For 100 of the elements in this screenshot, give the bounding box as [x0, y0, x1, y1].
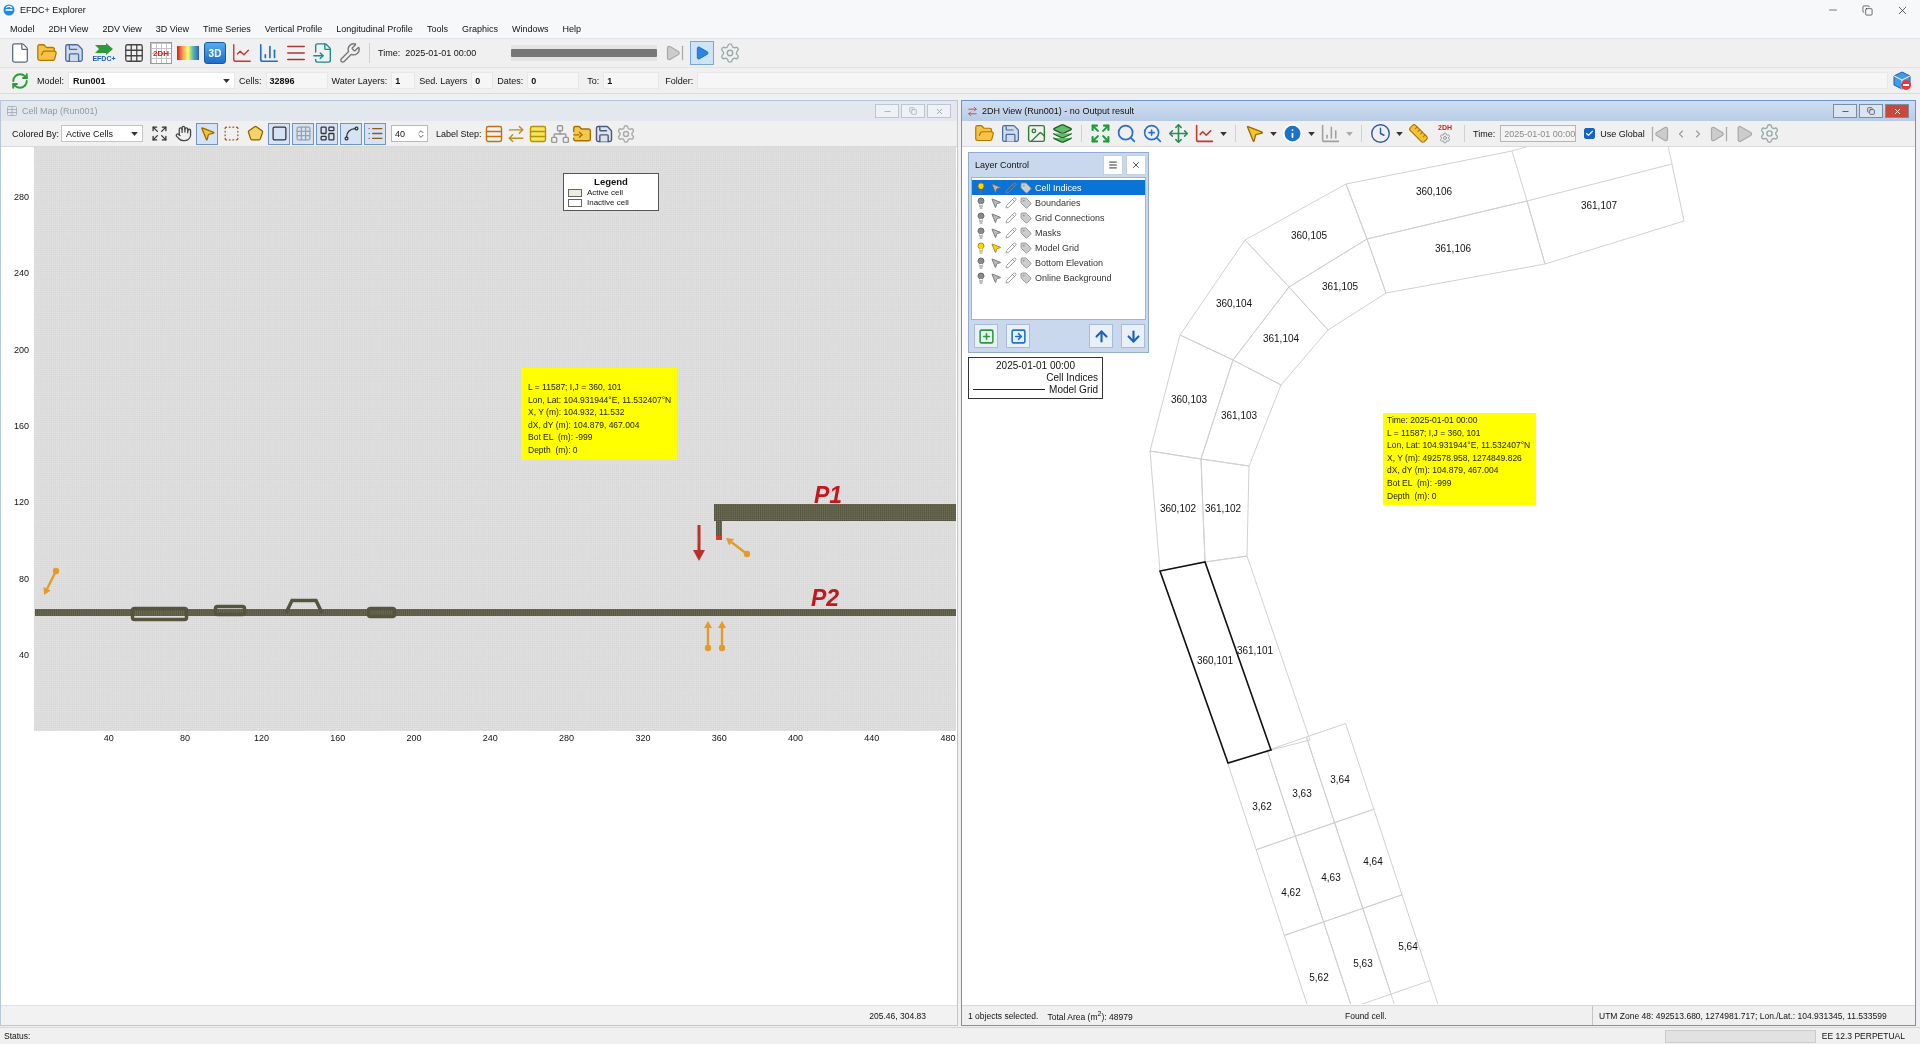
- spin-field[interactable]: 40: [391, 125, 429, 142]
- time-slider[interactable]: [511, 45, 658, 61]
- pointer-icon[interactable]: [990, 271, 1002, 284]
- lightbulb-icon[interactable]: [975, 226, 987, 239]
- caret-icon[interactable]: [1308, 131, 1315, 136]
- pencil-icon[interactable]: [1005, 271, 1017, 284]
- layer-row[interactable]: Online Background: [972, 270, 1145, 285]
- lightbulb-icon[interactable]: [975, 181, 987, 194]
- save-icon[interactable]: [63, 42, 85, 64]
- layers-icon[interactable]: [1052, 123, 1073, 144]
- menu-item[interactable]: Windows: [511, 24, 549, 34]
- move-icon[interactable]: [1168, 123, 1189, 144]
- open-folder-icon[interactable]: [974, 123, 995, 144]
- menu-item[interactable]: Tools: [426, 24, 448, 34]
- layer-row[interactable]: Masks: [972, 225, 1145, 240]
- lightbulb-icon[interactable]: [975, 271, 987, 284]
- close-button[interactable]: [927, 104, 951, 118]
- refresh-icon[interactable]: [11, 71, 29, 90]
- restore-button[interactable]: [1859, 104, 1883, 118]
- tag-icon[interactable]: [1020, 271, 1032, 284]
- tag-icon[interactable]: [1020, 196, 1032, 209]
- grid-icon[interactable]: [123, 42, 145, 64]
- restore-icon[interactable]: [1862, 4, 1873, 16]
- grid-cell[interactable]: [1158, 561, 1273, 764]
- close-button[interactable]: [1885, 104, 1909, 118]
- bar-chart-icon[interactable]: [1320, 123, 1341, 144]
- wrench-icon[interactable]: [339, 42, 361, 64]
- menu-item[interactable]: Graphics: [461, 24, 498, 34]
- checkbox[interactable]: [1584, 128, 1596, 139]
- menu-item[interactable]: Time Series: [203, 24, 251, 34]
- rows-icon[interactable]: [483, 123, 504, 144]
- save-icon[interactable]: [593, 123, 614, 144]
- line-chart-icon[interactable]: [231, 42, 253, 64]
- skip-forward-icon[interactable]: [665, 43, 686, 63]
- minimize-button[interactable]: [1833, 104, 1857, 118]
- folder-icon[interactable]: [571, 123, 592, 144]
- menu-item[interactable]: Vertical Profile: [264, 24, 323, 34]
- menu-item[interactable]: 2DV View: [102, 24, 142, 34]
- layer-row[interactable]: Cell Indices: [972, 180, 1145, 195]
- menu-item[interactable]: Longitudinal Profile: [336, 24, 413, 34]
- move-down-button[interactable]: [1121, 324, 1145, 348]
- search-icon[interactable]: [1116, 123, 1137, 144]
- add-layer-button[interactable]: [974, 324, 998, 348]
- caret-icon[interactable]: [131, 131, 139, 136]
- pencil-icon[interactable]: [1005, 241, 1017, 254]
- close-button[interactable]: [1126, 155, 1146, 175]
- tool-button[interactable]: [364, 122, 387, 145]
- lightbulb-icon[interactable]: [975, 211, 987, 224]
- pointer-icon[interactable]: [990, 181, 1002, 194]
- play-button[interactable]: [690, 41, 715, 65]
- save-icon[interactable]: [1000, 123, 1021, 144]
- tag-icon[interactable]: [1020, 256, 1032, 269]
- spin-arrows-icon[interactable]: [416, 128, 427, 139]
- move-layer-button[interactable]: [1006, 324, 1030, 348]
- caret-icon[interactable]: [223, 78, 230, 83]
- pencil-icon[interactable]: [1005, 211, 1017, 224]
- image-icon[interactable]: [1026, 123, 1047, 144]
- ruler-icon[interactable]: [1408, 123, 1429, 144]
- pointer-icon[interactable]: [1244, 123, 1265, 144]
- caret-icon[interactable]: [1220, 131, 1227, 136]
- expand-icon[interactable]: [1090, 123, 1111, 144]
- colored-by-select[interactable]: Active Cells: [61, 125, 144, 142]
- lightbulb-icon[interactable]: [975, 256, 987, 269]
- table-icon[interactable]: [527, 123, 548, 144]
- pointer-icon[interactable]: [990, 226, 1002, 239]
- lightbulb-icon[interactable]: [975, 241, 987, 254]
- info-icon[interactable]: [1282, 123, 1303, 144]
- color-ramp-icon[interactable]: [177, 46, 199, 60]
- model-select[interactable]: Run001: [68, 72, 235, 89]
- network-icon[interactable]: [549, 123, 570, 144]
- caret-icon[interactable]: [1270, 131, 1277, 136]
- file-icon[interactable]: [9, 42, 31, 64]
- tool-button[interactable]: [268, 122, 291, 145]
- menu-item[interactable]: Model: [10, 24, 35, 34]
- caret-icon[interactable]: [1396, 131, 1403, 136]
- tag-icon[interactable]: [1020, 211, 1032, 224]
- settings-icon[interactable]: [719, 42, 742, 64]
- layer-row[interactable]: Boundaries: [972, 195, 1145, 210]
- line-chart-icon[interactable]: [1194, 123, 1215, 144]
- zoom-in-icon[interactable]: [1142, 123, 1163, 144]
- tag-icon[interactable]: [1020, 181, 1032, 194]
- file-arrow-icon[interactable]: [312, 42, 334, 64]
- layer-row[interactable]: Model Grid: [972, 240, 1145, 255]
- tool-button[interactable]: [316, 122, 339, 145]
- menu-button[interactable]: [1103, 155, 1123, 175]
- pointer-icon[interactable]: [990, 196, 1002, 209]
- menu-item[interactable]: 3D View: [155, 24, 190, 34]
- move-up-button[interactable]: [1089, 324, 1113, 348]
- menu-item[interactable]: 2DH View: [48, 24, 89, 34]
- open-folder-icon[interactable]: [36, 42, 58, 64]
- settings-icon[interactable]: [1758, 123, 1780, 144]
- pointer-icon[interactable]: [990, 211, 1002, 224]
- pointer-icon[interactable]: [990, 241, 1002, 254]
- lightbulb-icon[interactable]: [975, 196, 987, 209]
- clock-icon[interactable]: [1370, 123, 1391, 144]
- cube-icon[interactable]: [1892, 70, 1912, 91]
- layer-row[interactable]: Grid Connections: [972, 210, 1145, 225]
- tool-button[interactable]: [340, 122, 363, 145]
- view-2dh-button[interactable]: 2DH: [150, 42, 172, 64]
- layer-row[interactable]: Bottom Elevation: [972, 255, 1145, 270]
